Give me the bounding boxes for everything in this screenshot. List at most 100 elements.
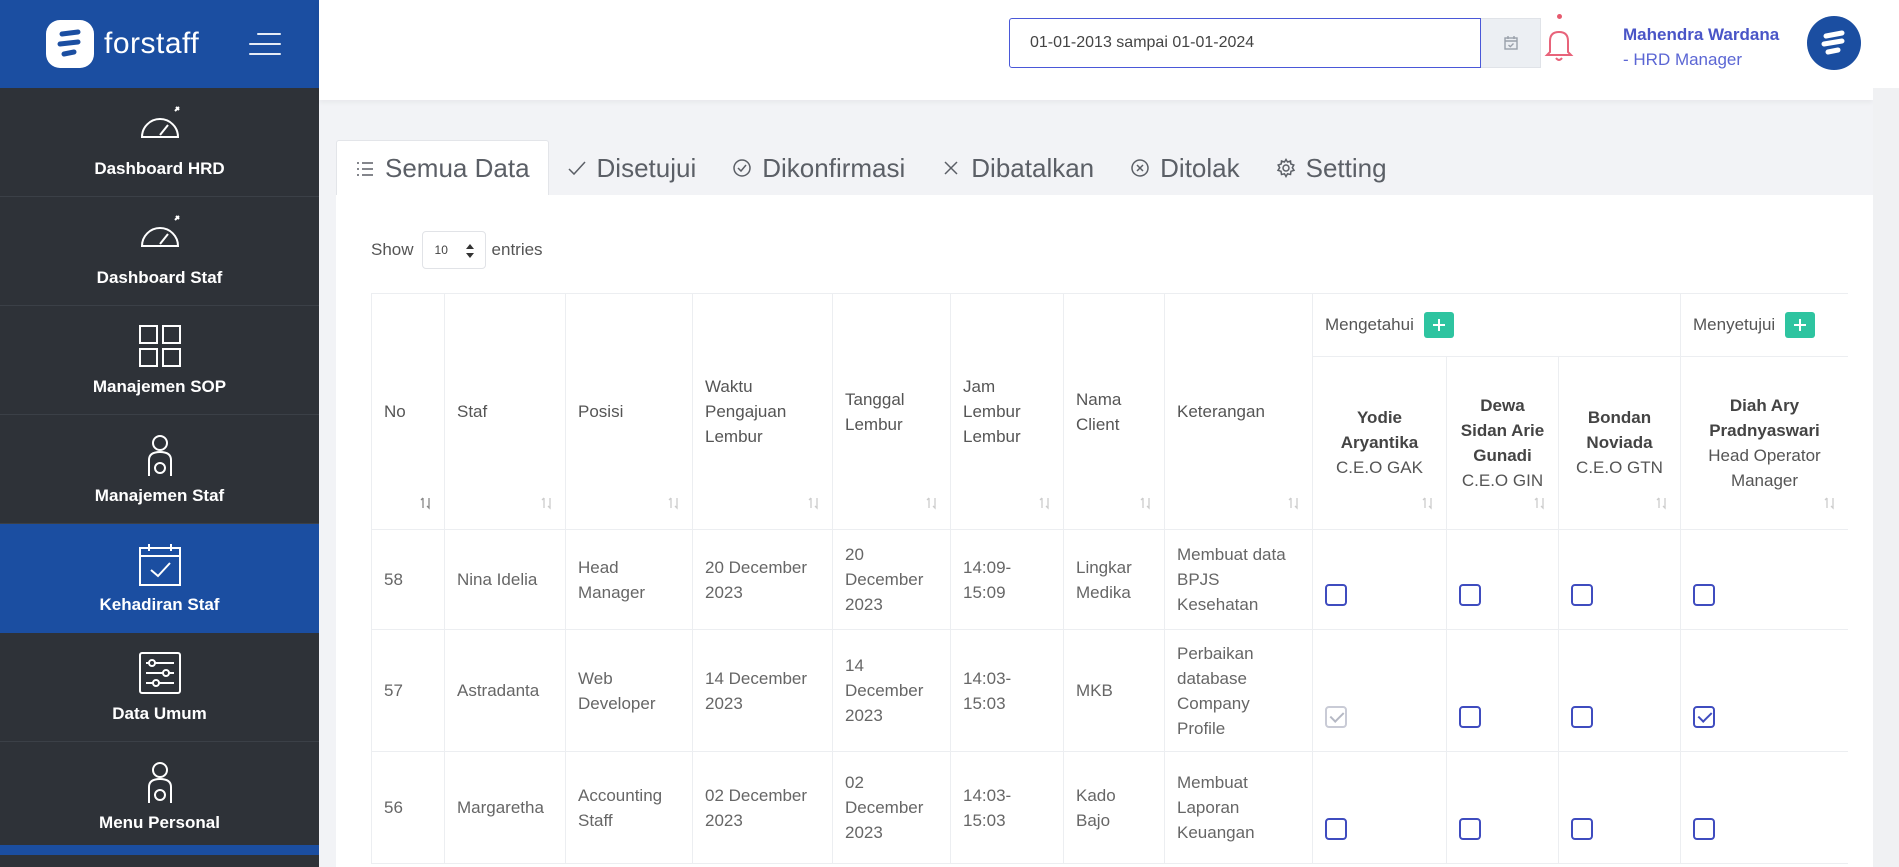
cell-jam: 14:03-15:03 bbox=[950, 751, 1064, 864]
cell-waktu: 14 December 2023 bbox=[692, 629, 833, 752]
approval-checkbox[interactable] bbox=[1693, 584, 1715, 606]
avatar[interactable] bbox=[1807, 16, 1861, 70]
tab-dikonfirmasi[interactable]: Dikonfirmasi bbox=[714, 140, 923, 196]
cell-no: 58 bbox=[371, 529, 445, 630]
col-header-keterangan[interactable]: Keterangan bbox=[1164, 293, 1313, 530]
sort-icon bbox=[926, 497, 936, 510]
sidebar-item-manajemen-staf[interactable]: Manajemen Staf bbox=[0, 415, 319, 524]
content-card: Show 10 entries No Staf Posisi Waktu Pen… bbox=[336, 195, 1873, 867]
cell-tanggal: 20 December 2023 bbox=[832, 529, 951, 630]
tab-bar: Semua Data Disetujui Dikonfirmasi Dibata… bbox=[336, 140, 1405, 196]
tab-setting[interactable]: Setting bbox=[1258, 140, 1405, 196]
cell-posisi: Web Developer bbox=[565, 629, 693, 752]
sidebar-item-dashboard-hrd[interactable]: Dashboard HRD bbox=[0, 88, 319, 197]
approval-checkbox[interactable] bbox=[1459, 818, 1481, 840]
col-header-approver[interactable]: Dewa Sidan Arie Gunadi C.E.O GIN bbox=[1446, 355, 1559, 531]
cell-client: Lingkar Medika bbox=[1063, 529, 1165, 630]
menu-toggle-icon[interactable] bbox=[249, 33, 281, 55]
sidebar-item-data-umum[interactable]: Data Umum bbox=[0, 633, 319, 742]
cell-posisi: Accounting Staff bbox=[565, 751, 693, 864]
table-container: No Staf Posisi Waktu Pengajuan Lembur Ta… bbox=[371, 293, 1848, 867]
topbar: Mahendra Wardana - HRD Manager bbox=[319, 0, 1899, 88]
notification-dot bbox=[1557, 14, 1562, 19]
sidebar: forstaff Dashboard HRD Dashboard Staf Ma… bbox=[0, 0, 319, 867]
plus-icon bbox=[1432, 319, 1445, 332]
calendar-button[interactable] bbox=[1481, 18, 1541, 68]
cell-no: 57 bbox=[371, 629, 445, 752]
cell-jam: 14:09-15:09 bbox=[950, 529, 1064, 630]
grid-icon bbox=[138, 325, 181, 367]
sort-icon bbox=[668, 497, 678, 510]
approval-checkbox[interactable] bbox=[1571, 584, 1593, 606]
col-header-tanggal-lembur[interactable]: Tanggal Lembur bbox=[832, 293, 951, 530]
approval-checkbox[interactable] bbox=[1459, 706, 1481, 728]
sort-icon bbox=[420, 497, 430, 510]
cell-keterangan: Membuat data BPJS Kesehatan bbox=[1164, 529, 1313, 630]
col-header-approver[interactable]: Yodie Aryantika C.E.O GAK bbox=[1312, 355, 1447, 531]
approval-checkbox[interactable] bbox=[1325, 818, 1347, 840]
col-header-jam-lembur[interactable]: Jam Lembur Lembur bbox=[950, 293, 1064, 530]
col-header-no[interactable]: No bbox=[371, 293, 445, 530]
cell-staf: Astradanta bbox=[444, 629, 566, 752]
user-info[interactable]: Mahendra Wardana - HRD Manager bbox=[1623, 25, 1779, 70]
cell-client: Kado Bajo bbox=[1063, 751, 1165, 864]
cell-approval bbox=[1446, 529, 1559, 630]
cell-approval bbox=[1446, 629, 1559, 752]
notification-bell[interactable] bbox=[1542, 14, 1576, 64]
approval-checkbox[interactable] bbox=[1693, 706, 1715, 728]
approval-checkbox[interactable] bbox=[1325, 706, 1347, 728]
sort-icon bbox=[1656, 497, 1666, 510]
select-arrows-icon bbox=[465, 244, 474, 258]
table-row: 57 Astradanta Web Developer 14 December … bbox=[371, 629, 1848, 752]
col-group-menyetujui: Menyetujui bbox=[1680, 293, 1848, 357]
col-header-approver[interactable]: Bondan Noviada C.E.O GTN bbox=[1558, 355, 1681, 531]
sub-header-bar bbox=[319, 88, 1873, 100]
sidebar-item-menu-personal[interactable]: Menu Personal bbox=[0, 742, 319, 851]
col-header-posisi[interactable]: Posisi bbox=[565, 293, 693, 530]
forstaff-logo-icon bbox=[46, 20, 94, 68]
cell-tanggal: 02 December 2023 bbox=[832, 751, 951, 864]
sidebar-item-manajemen-sop[interactable]: Manajemen SOP bbox=[0, 306, 319, 415]
sort-icon bbox=[1288, 497, 1298, 510]
col-header-waktu-pengajuan[interactable]: Waktu Pengajuan Lembur bbox=[692, 293, 833, 530]
approval-checkbox[interactable] bbox=[1459, 584, 1481, 606]
col-header-approver[interactable]: Diah Ary Pradnyaswari Head Operator Manag… bbox=[1680, 355, 1848, 531]
cell-client: MKB bbox=[1063, 629, 1165, 752]
table-row: 56 Margaretha Accounting Staff 02 Decemb… bbox=[371, 751, 1848, 864]
bell-icon bbox=[1544, 30, 1574, 61]
table-row: 58 Nina Idelia Head Manager 20 December … bbox=[371, 529, 1848, 630]
sidebar-item-kehadiran-staf[interactable]: Kehadiran Staf bbox=[0, 524, 319, 633]
approval-checkbox[interactable] bbox=[1571, 706, 1593, 728]
sort-icon bbox=[1140, 497, 1150, 510]
tab-semua-data[interactable]: Semua Data bbox=[336, 140, 549, 196]
cell-approval bbox=[1312, 529, 1447, 630]
sort-icon bbox=[808, 497, 818, 510]
tab-ditolak[interactable]: Ditolak bbox=[1112, 140, 1257, 196]
user-name: Mahendra Wardana bbox=[1623, 25, 1780, 44]
cell-jam: 14:03-15:03 bbox=[950, 629, 1064, 752]
col-header-nama-client[interactable]: Nama Client bbox=[1063, 293, 1165, 530]
sort-icon bbox=[541, 497, 551, 510]
approval-checkbox[interactable] bbox=[1325, 584, 1347, 606]
sort-icon bbox=[1422, 497, 1432, 510]
cell-approval bbox=[1312, 751, 1447, 864]
cell-approval bbox=[1558, 751, 1681, 864]
gear-icon bbox=[1276, 158, 1295, 178]
tab-disetujui[interactable]: Disetujui bbox=[549, 140, 715, 196]
approval-checkbox[interactable] bbox=[1571, 818, 1593, 840]
sidebar-item-dashboard-staf[interactable]: Dashboard Staf bbox=[0, 197, 319, 306]
approval-checkbox[interactable] bbox=[1693, 818, 1715, 840]
entries-select[interactable]: 10 bbox=[421, 231, 486, 269]
entries-suffix: entries bbox=[491, 240, 543, 259]
cell-approval bbox=[1680, 629, 1848, 752]
plus-icon bbox=[1794, 319, 1807, 332]
sort-icon bbox=[1534, 497, 1544, 510]
user-gear-icon bbox=[147, 435, 172, 476]
page-scrollbar[interactable] bbox=[1873, 88, 1899, 867]
add-menyetujui-button[interactable] bbox=[1785, 312, 1816, 339]
check-icon bbox=[568, 161, 586, 176]
tab-dibatalkan[interactable]: Dibatalkan bbox=[923, 140, 1112, 196]
col-header-staf[interactable]: Staf bbox=[444, 293, 566, 530]
add-mengetahui-button[interactable] bbox=[1423, 312, 1454, 339]
date-range-input[interactable] bbox=[1009, 18, 1481, 68]
